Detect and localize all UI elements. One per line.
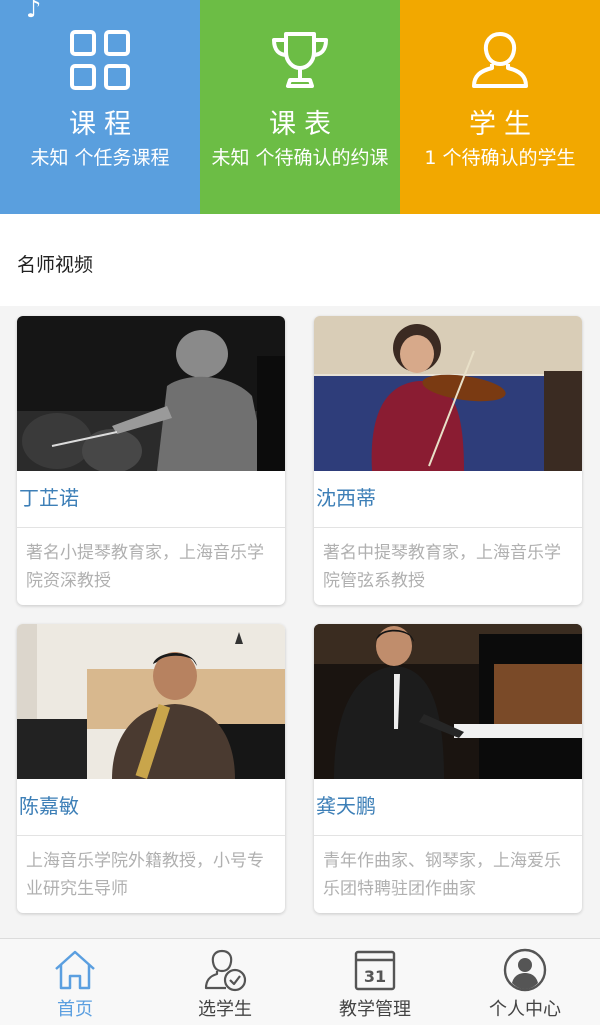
teacher-name: 陈嘉敏 [19, 794, 79, 818]
home-screen: ♪ 课程 未知 个任务课程 课表 未知 个待确认的约课 学生 1 个待确认的学生… [0, 0, 600, 1025]
tab-label: 首页 [57, 999, 93, 1020]
student-tile-title: 学生 [469, 109, 539, 140]
select-student-icon [204, 949, 247, 992]
student-tile-subtitle: 1 个待确认的学生 [424, 147, 576, 169]
teacher-photo [17, 316, 285, 471]
teacher-card[interactable]: 龚天鹏 青年作曲家、钢琴家，上海爱乐乐团特聘驻团作曲家 [314, 624, 582, 913]
profile-icon [503, 948, 547, 992]
course-tile-subtitle: 未知 个任务课程 [30, 147, 170, 169]
schedule-tile-title: 课表 [269, 109, 339, 140]
teacher-name: 龚天鹏 [316, 794, 376, 818]
teacher-card[interactable]: 丁芷诺 著名小提琴教育家，上海音乐学院资深教授 [17, 316, 285, 605]
music-note-icon: ♪ [26, 0, 42, 23]
calendar-date: 31 [364, 967, 386, 986]
bottom-tab-bar: 首页 选学生 31 教学管理 个人中心 [0, 938, 600, 1025]
trophy-icon [272, 32, 328, 88]
tab-label: 选学生 [198, 999, 252, 1020]
tab-profile[interactable]: 个人中心 [450, 939, 600, 1025]
card-divider [314, 527, 582, 528]
tab-teaching-management[interactable]: 31 教学管理 [300, 939, 450, 1025]
tab-label: 教学管理 [339, 999, 411, 1020]
teacher-name: 沈西蒂 [316, 486, 376, 510]
teacher-name: 丁芷诺 [19, 486, 79, 510]
tab-home[interactable]: 首页 [0, 939, 150, 1025]
schedule-tile-subtitle: 未知 个待确认的约课 [211, 147, 389, 169]
teacher-photo [17, 624, 285, 779]
famous-teachers-section: 名师视频 [0, 214, 600, 306]
home-icon [55, 950, 95, 990]
teacher-photo [314, 624, 582, 779]
course-tile[interactable]: ♪ 课程 未知 个任务课程 [0, 0, 200, 214]
card-divider [314, 835, 582, 836]
teacher-card[interactable]: 陈嘉敏 上海音乐学院外籍教授，小号专业研究生导师 [17, 624, 285, 913]
tab-select-student[interactable]: 选学生 [150, 939, 300, 1025]
schedule-tile[interactable]: 课表 未知 个待确认的约课 [200, 0, 400, 214]
calendar-icon: 31 [354, 950, 396, 991]
teacher-card[interactable]: 沈西蒂 著名中提琴教育家，上海音乐学院管弦系教授 [314, 316, 582, 605]
tab-label: 个人中心 [489, 999, 561, 1020]
feature-tiles: ♪ 课程 未知 个任务课程 课表 未知 个待确认的约课 学生 1 个待确认的学生 [0, 0, 600, 214]
section-title: 名师视频 [17, 254, 94, 276]
teacher-description: 著名小提琴教育家，上海音乐学院资深教授 [26, 543, 264, 591]
teacher-photo [314, 316, 582, 471]
teacher-description: 青年作曲家、钢琴家，上海爱乐乐团特聘驻团作曲家 [323, 851, 561, 899]
card-divider [17, 835, 285, 836]
teacher-description: 上海音乐学院外籍教授，小号专业研究生导师 [26, 851, 264, 899]
teacher-description: 著名中提琴教育家，上海音乐学院管弦系教授 [323, 543, 561, 591]
course-tile-title: 课程 [69, 109, 139, 140]
user-icon [472, 32, 528, 88]
grid-icon [70, 30, 130, 90]
card-divider [17, 527, 285, 528]
student-tile[interactable]: 学生 1 个待确认的学生 [400, 0, 600, 214]
